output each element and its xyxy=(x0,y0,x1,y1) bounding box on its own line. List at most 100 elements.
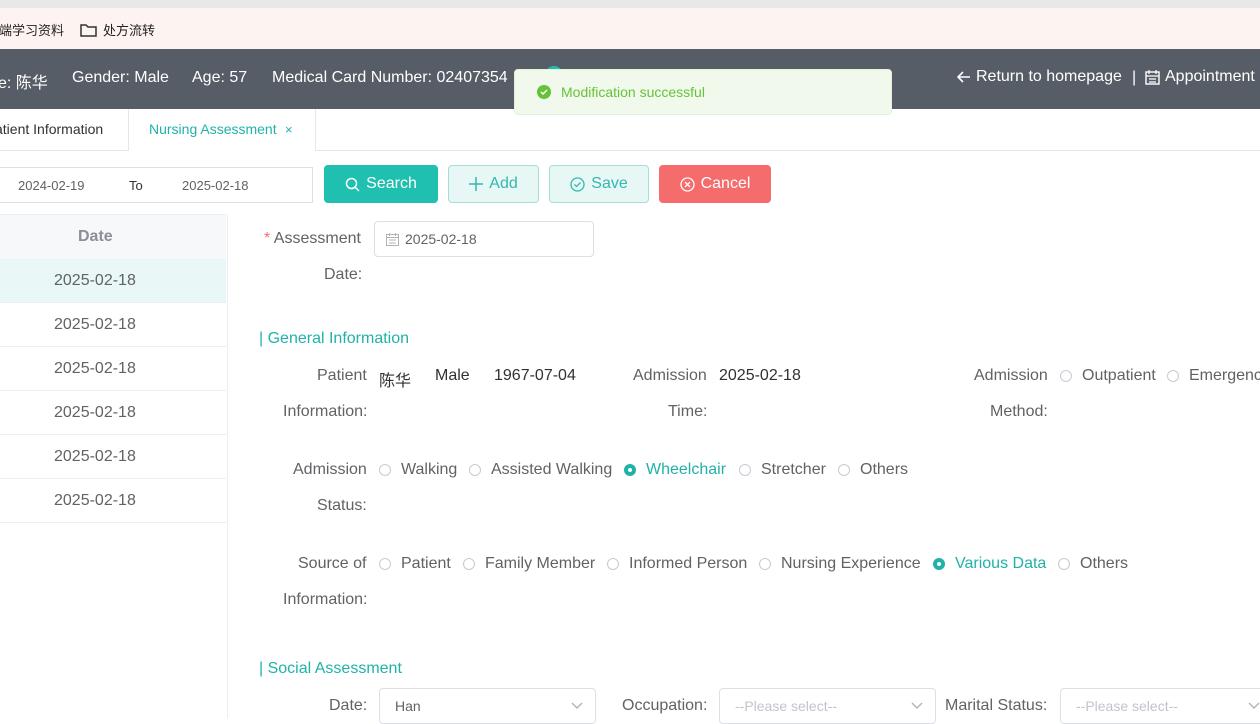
save-button[interactable]: Save xyxy=(549,165,649,203)
close-circle-icon xyxy=(679,176,695,192)
radio-informed-person[interactable]: Informed Person xyxy=(607,555,747,573)
patient-info-dob: 1967-07-04 xyxy=(494,367,576,384)
radio-nursing-experience[interactable]: Nursing Experience xyxy=(759,555,921,573)
admission-status-label: Admission xyxy=(293,461,367,478)
radio-various-data[interactable]: Various Data xyxy=(933,555,1046,573)
patient-information-label: Patient xyxy=(317,367,367,384)
patient-information-label-2: Information: xyxy=(283,403,368,420)
radio-others-status[interactable]: Others xyxy=(838,461,908,479)
add-button[interactable]: Add xyxy=(448,165,539,203)
radio-stretcher[interactable]: Stretcher xyxy=(739,461,826,479)
chevron-down-icon xyxy=(571,702,583,709)
patient-info-gender: Male xyxy=(435,367,470,384)
assessment-date-value: 2025-02-18 xyxy=(405,231,477,247)
date-from-value[interactable]: 2024-02-19 xyxy=(18,178,85,193)
admission-method-label: Admission xyxy=(974,367,1048,384)
list-item-date: 2025-02-18 xyxy=(54,316,136,333)
appointment-label: Appointment xyxy=(1165,68,1255,85)
bookmark-study-materials[interactable]: 前端学习资料 xyxy=(0,20,64,39)
list-item-date: 2025-02-18 xyxy=(54,448,136,465)
appointment-link[interactable]: Appointment xyxy=(1145,68,1255,86)
folder-icon xyxy=(80,23,97,37)
cancel-button[interactable]: Cancel xyxy=(659,165,771,203)
tab-label: atient Information xyxy=(0,121,104,137)
ethnicity-select[interactable]: Han xyxy=(379,688,596,724)
header-separator: | xyxy=(1132,69,1137,86)
browser-top-strip xyxy=(0,0,1260,8)
date-range-separator: To xyxy=(129,178,143,193)
arrow-left-icon xyxy=(957,71,970,83)
bookmarks-bar: 前端学习资料 处方流转 xyxy=(0,8,1260,49)
radio-family-member[interactable]: Family Member xyxy=(463,555,595,573)
search-button-label: Search xyxy=(366,175,417,192)
radio-circle xyxy=(1167,370,1179,382)
list-item-date: 2025-02-18 xyxy=(54,360,136,377)
list-item[interactable]: 2025-02-18 xyxy=(0,259,226,303)
cancel-button-label: Cancel xyxy=(700,175,751,192)
check-circle-icon xyxy=(570,176,585,192)
plus-icon xyxy=(469,177,484,191)
admission-time-value: 2025-02-18 xyxy=(719,367,801,384)
chevron-down-icon xyxy=(911,702,923,709)
radio-outpatient[interactable]: Outpatient xyxy=(1060,367,1156,385)
patient-name: e: 陈华 xyxy=(0,75,48,92)
marital-status-label: Marital Status: xyxy=(945,697,1048,714)
check-circle-icon xyxy=(537,85,551,99)
radio-walking[interactable]: Walking xyxy=(379,461,457,479)
list-item[interactable]: 2025-02-18 xyxy=(0,479,226,523)
radio-wheelchair[interactable]: Wheelchair xyxy=(624,461,726,479)
social-assessment-heading: | Social Assessment xyxy=(259,660,402,677)
source-of-information-label: Source of xyxy=(298,555,367,572)
list-item-date: 2025-02-18 xyxy=(54,492,136,509)
admission-status-label-2: Status: xyxy=(317,497,367,514)
list-item[interactable]: 2025-02-18 xyxy=(0,347,226,391)
bookmark-prescription-flow[interactable]: 处方流转 xyxy=(80,20,155,39)
patient-age: Age: 57 xyxy=(192,69,248,86)
list-item[interactable]: 2025-02-18 xyxy=(0,303,226,347)
patient-info-name: 陈华 xyxy=(379,373,412,390)
list-header: Date xyxy=(0,214,226,260)
return-homepage-link[interactable]: Return to homepage xyxy=(957,68,1122,86)
list-item[interactable]: 2025-02-18 xyxy=(0,435,226,479)
required-asterisk: * xyxy=(264,230,274,247)
list-item[interactable]: 2025-02-18 xyxy=(0,391,226,435)
list-header-label: Date xyxy=(78,228,113,245)
admission-time-label: Admission xyxy=(633,367,707,384)
date-range-picker[interactable]: 2024-02-19 To 2025-02-18 xyxy=(0,167,313,203)
radio-source-patient[interactable]: Patient xyxy=(379,555,451,573)
add-button-label: Add xyxy=(489,175,518,192)
radio-assisted-walking[interactable]: Assisted Walking xyxy=(469,461,612,479)
search-icon xyxy=(345,177,360,192)
occupation-label: Occupation: xyxy=(622,697,708,714)
chevron-down-icon xyxy=(1248,702,1260,709)
tab-patient-information[interactable]: atient Information xyxy=(0,109,129,150)
search-button[interactable]: Search xyxy=(324,165,438,203)
source-of-information-label-2: Information: xyxy=(283,591,368,608)
bookmark-label: 前端学习资料 xyxy=(0,23,65,38)
calendar-icon xyxy=(1145,69,1160,85)
occupation-placeholder: --Please select-- xyxy=(735,698,837,714)
admission-method-label-2: Method: xyxy=(990,403,1048,420)
assessment-date-input[interactable]: 2025-02-18 xyxy=(374,221,594,257)
occupation-select[interactable]: --Please select-- xyxy=(719,688,936,724)
close-icon[interactable]: × xyxy=(285,109,293,150)
radio-emergency[interactable]: Emergenc xyxy=(1167,367,1260,385)
date-to-value[interactable]: 2025-02-18 xyxy=(182,178,249,193)
return-homepage-label: Return to homepage xyxy=(976,68,1122,85)
patient-gender: Gender: Male xyxy=(72,69,169,86)
toast-message: Modification successful xyxy=(561,84,705,100)
tab-bar: atient Information Nursing Assessment × xyxy=(0,109,1260,151)
assessment-date-list: Date 2025-02-18 2025-02-18 2025-02-18 20… xyxy=(0,214,228,718)
admission-time-label-2: Time: xyxy=(668,403,708,420)
assessment-date-label: * Assessment xyxy=(264,230,361,247)
marital-status-placeholder: --Please select-- xyxy=(1076,698,1178,714)
marital-status-select[interactable]: --Please select-- xyxy=(1060,688,1260,724)
list-item-date: 2025-02-18 xyxy=(54,404,136,421)
tab-nursing-assessment[interactable]: Nursing Assessment × xyxy=(129,109,316,151)
ethnicity-value: Han xyxy=(395,698,421,714)
save-button-label: Save xyxy=(591,175,628,192)
radio-others-source[interactable]: Others xyxy=(1058,555,1128,573)
bookmark-label: 处方流转 xyxy=(103,23,156,38)
calendar-icon xyxy=(386,233,399,246)
ethnicity-label: Date: xyxy=(329,697,368,714)
